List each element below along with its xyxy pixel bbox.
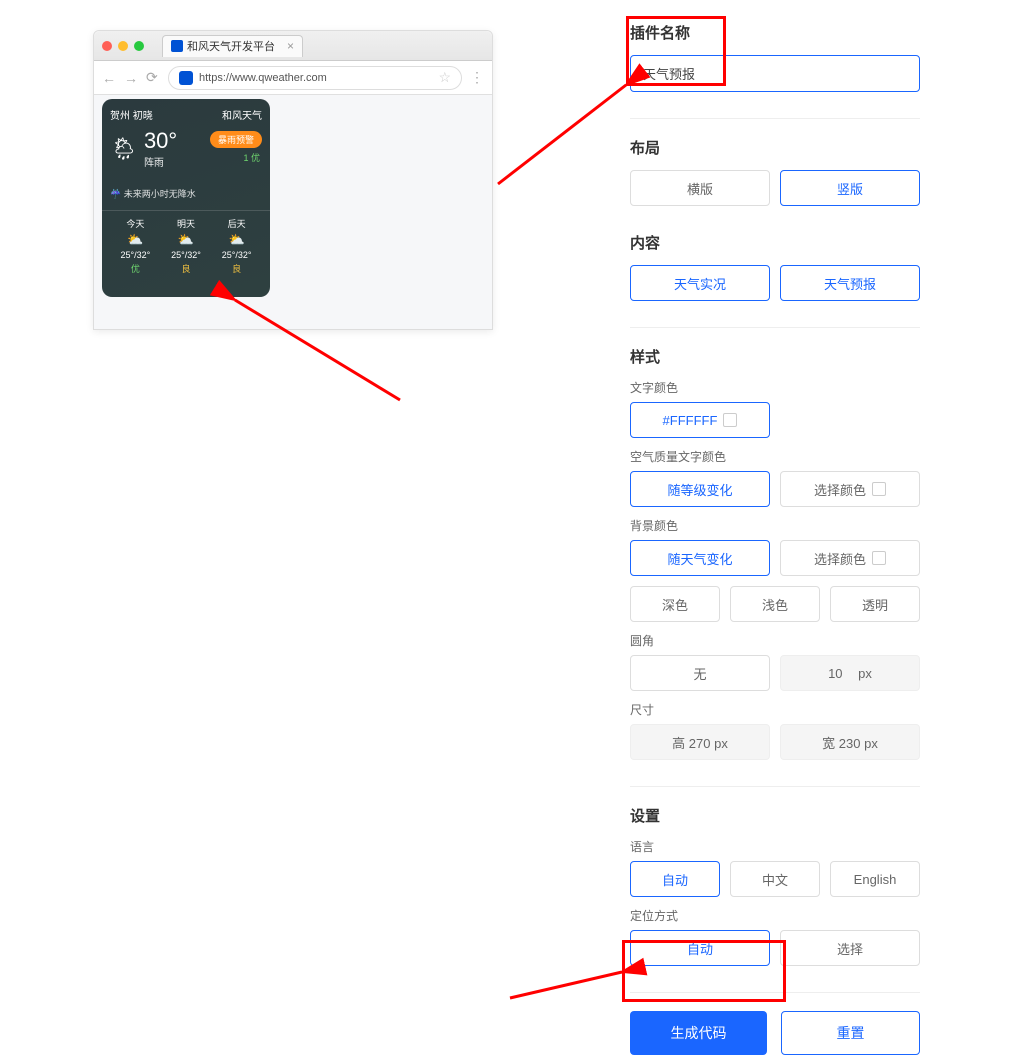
lang-auto-button[interactable]: 自动 — [630, 861, 720, 897]
day-name: 明天 — [177, 217, 195, 230]
reset-button[interactable]: 重置 — [781, 1011, 920, 1055]
plugin-name-input[interactable] — [630, 55, 920, 92]
forecast-day: 今天 ⛅ 25°/32° 优 — [120, 217, 150, 275]
divider — [630, 992, 920, 993]
site-icon — [179, 71, 193, 85]
layout-vertical-button[interactable]: 竖版 — [780, 170, 920, 206]
loc-label: 定位方式 — [630, 907, 920, 924]
plugin-name-label: 插件名称 — [630, 22, 920, 43]
browser-tab[interactable]: 和风天气开发平台 × — [162, 35, 303, 57]
back-icon[interactable]: ← — [102, 70, 116, 86]
lang-en-button[interactable]: English — [830, 861, 920, 897]
day-weather-icon: ⛅ — [178, 232, 194, 248]
radius-none-button[interactable]: 无 — [630, 655, 770, 691]
layout-horizontal-button[interactable]: 横版 — [630, 170, 770, 206]
favicon-icon — [171, 40, 183, 52]
loc-auto-button[interactable]: 自动 — [630, 930, 770, 966]
size-width-input[interactable]: 宽 230 px — [780, 724, 920, 760]
generate-code-button[interactable]: 生成代码 — [630, 1011, 767, 1055]
menu-icon[interactable]: ⋮ — [470, 69, 484, 86]
browser-tab-bar: 和风天气开发平台 × — [94, 31, 492, 61]
divider — [630, 786, 920, 787]
color-swatch-icon — [872, 482, 886, 496]
style-label: 样式 — [630, 346, 920, 367]
bg-transparent-button[interactable]: 透明 — [830, 586, 920, 622]
loc-select-button[interactable]: 选择 — [780, 930, 920, 966]
tab-close-icon[interactable]: × — [287, 40, 294, 52]
widget-divider — [102, 210, 270, 211]
text-color-button[interactable]: #FFFFFF — [630, 402, 770, 438]
divider — [630, 118, 920, 119]
url-bar[interactable]: https://www.qweather.com ☆ — [168, 66, 462, 90]
aqi-color-label: 空气质量文字颜色 — [630, 448, 920, 465]
day-weather-icon: ⛅ — [229, 232, 245, 248]
size-label: 尺寸 — [630, 701, 920, 718]
bookmark-star-icon[interactable]: ☆ — [438, 69, 451, 86]
bg-dark-button[interactable]: 深色 — [630, 586, 720, 622]
forecast-day: 明天 ⛅ 25°/32° 良 — [171, 217, 201, 275]
divider — [630, 327, 920, 328]
day-name: 今天 — [126, 217, 144, 230]
day-temp-range: 25°/32° — [222, 250, 252, 260]
widget-brand: 和风天气 — [222, 107, 262, 122]
content-forecast-button[interactable]: 天气预报 — [780, 265, 920, 301]
radius-value-input[interactable]: 10 px — [780, 655, 920, 691]
radius-label: 圆角 — [630, 632, 920, 649]
lang-label: 语言 — [630, 838, 920, 855]
widget-condition: 阵雨 — [144, 154, 177, 169]
day-aqi: 优 — [131, 262, 140, 275]
size-height-input[interactable]: 高 270 px — [630, 724, 770, 760]
weather-icon: 🌦 — [110, 136, 138, 162]
color-swatch-icon — [872, 551, 886, 565]
weather-widget: 贺州 初晓 和风天气 🌦 30° 阵雨 暴雨预警 1 优 ☔ 未来两小时无降水 … — [102, 99, 270, 297]
text-color-label: 文字颜色 — [630, 379, 920, 396]
traffic-light-close-icon — [102, 41, 112, 51]
lang-zh-button[interactable]: 中文 — [730, 861, 820, 897]
aqi-color-auto-button[interactable]: 随等级变化 — [630, 471, 770, 507]
bg-auto-button[interactable]: 随天气变化 — [630, 540, 770, 576]
day-temp-range: 25°/32° — [120, 250, 150, 260]
content-now-button[interactable]: 天气实况 — [630, 265, 770, 301]
bg-color-label: 背景颜色 — [630, 517, 920, 534]
bg-light-button[interactable]: 浅色 — [730, 586, 820, 622]
day-name: 后天 — [228, 217, 246, 230]
day-aqi: 良 — [181, 262, 190, 275]
traffic-light-zoom-icon — [134, 41, 144, 51]
reload-icon[interactable]: ⟳ — [146, 69, 160, 86]
widget-period: 初晓 — [133, 111, 153, 122]
forward-icon[interactable]: → — [124, 70, 138, 86]
browser-mockup: 和风天气开发平台 × ← → ⟳ https://www.qweather.co… — [93, 30, 493, 330]
color-swatch-icon — [723, 413, 737, 427]
bg-choose-button[interactable]: 选择颜色 — [780, 540, 920, 576]
content-label: 内容 — [630, 232, 920, 253]
day-weather-icon: ⛅ — [127, 232, 143, 248]
config-panel: 插件名称 布局 横版 竖版 内容 天气实况 天气预报 样式 文字颜色 #FFFF… — [630, 22, 920, 1055]
forecast-row: 今天 ⛅ 25°/32° 优 明天 ⛅ 25°/32° 良 后天 ⛅ 25°/32° 良 — [110, 217, 262, 275]
tab-title: 和风天气开发平台 — [187, 38, 275, 54]
warning-badge: 暴雨预警 — [210, 131, 262, 148]
address-bar-row: ← → ⟳ https://www.qweather.com ☆ ⋮ — [94, 61, 492, 95]
layout-label: 布局 — [630, 137, 920, 158]
day-temp-range: 25°/32° — [171, 250, 201, 260]
browser-viewport: 贺州 初晓 和风天气 🌦 30° 阵雨 暴雨预警 1 优 ☔ 未来两小时无降水 … — [94, 95, 492, 329]
day-aqi: 良 — [232, 262, 241, 275]
url-text: https://www.qweather.com — [199, 72, 327, 84]
widget-city: 贺州 — [110, 111, 130, 122]
rain-hint: 未来两小时无降水 — [124, 189, 196, 199]
widget-temperature: 30° — [144, 128, 177, 154]
traffic-light-minimize-icon — [118, 41, 128, 51]
widget-aqi: 1 优 — [243, 151, 260, 164]
settings-label: 设置 — [630, 805, 920, 826]
aqi-color-choose-button[interactable]: 选择颜色 — [780, 471, 920, 507]
forecast-day: 后天 ⛅ 25°/32° 良 — [222, 217, 252, 275]
